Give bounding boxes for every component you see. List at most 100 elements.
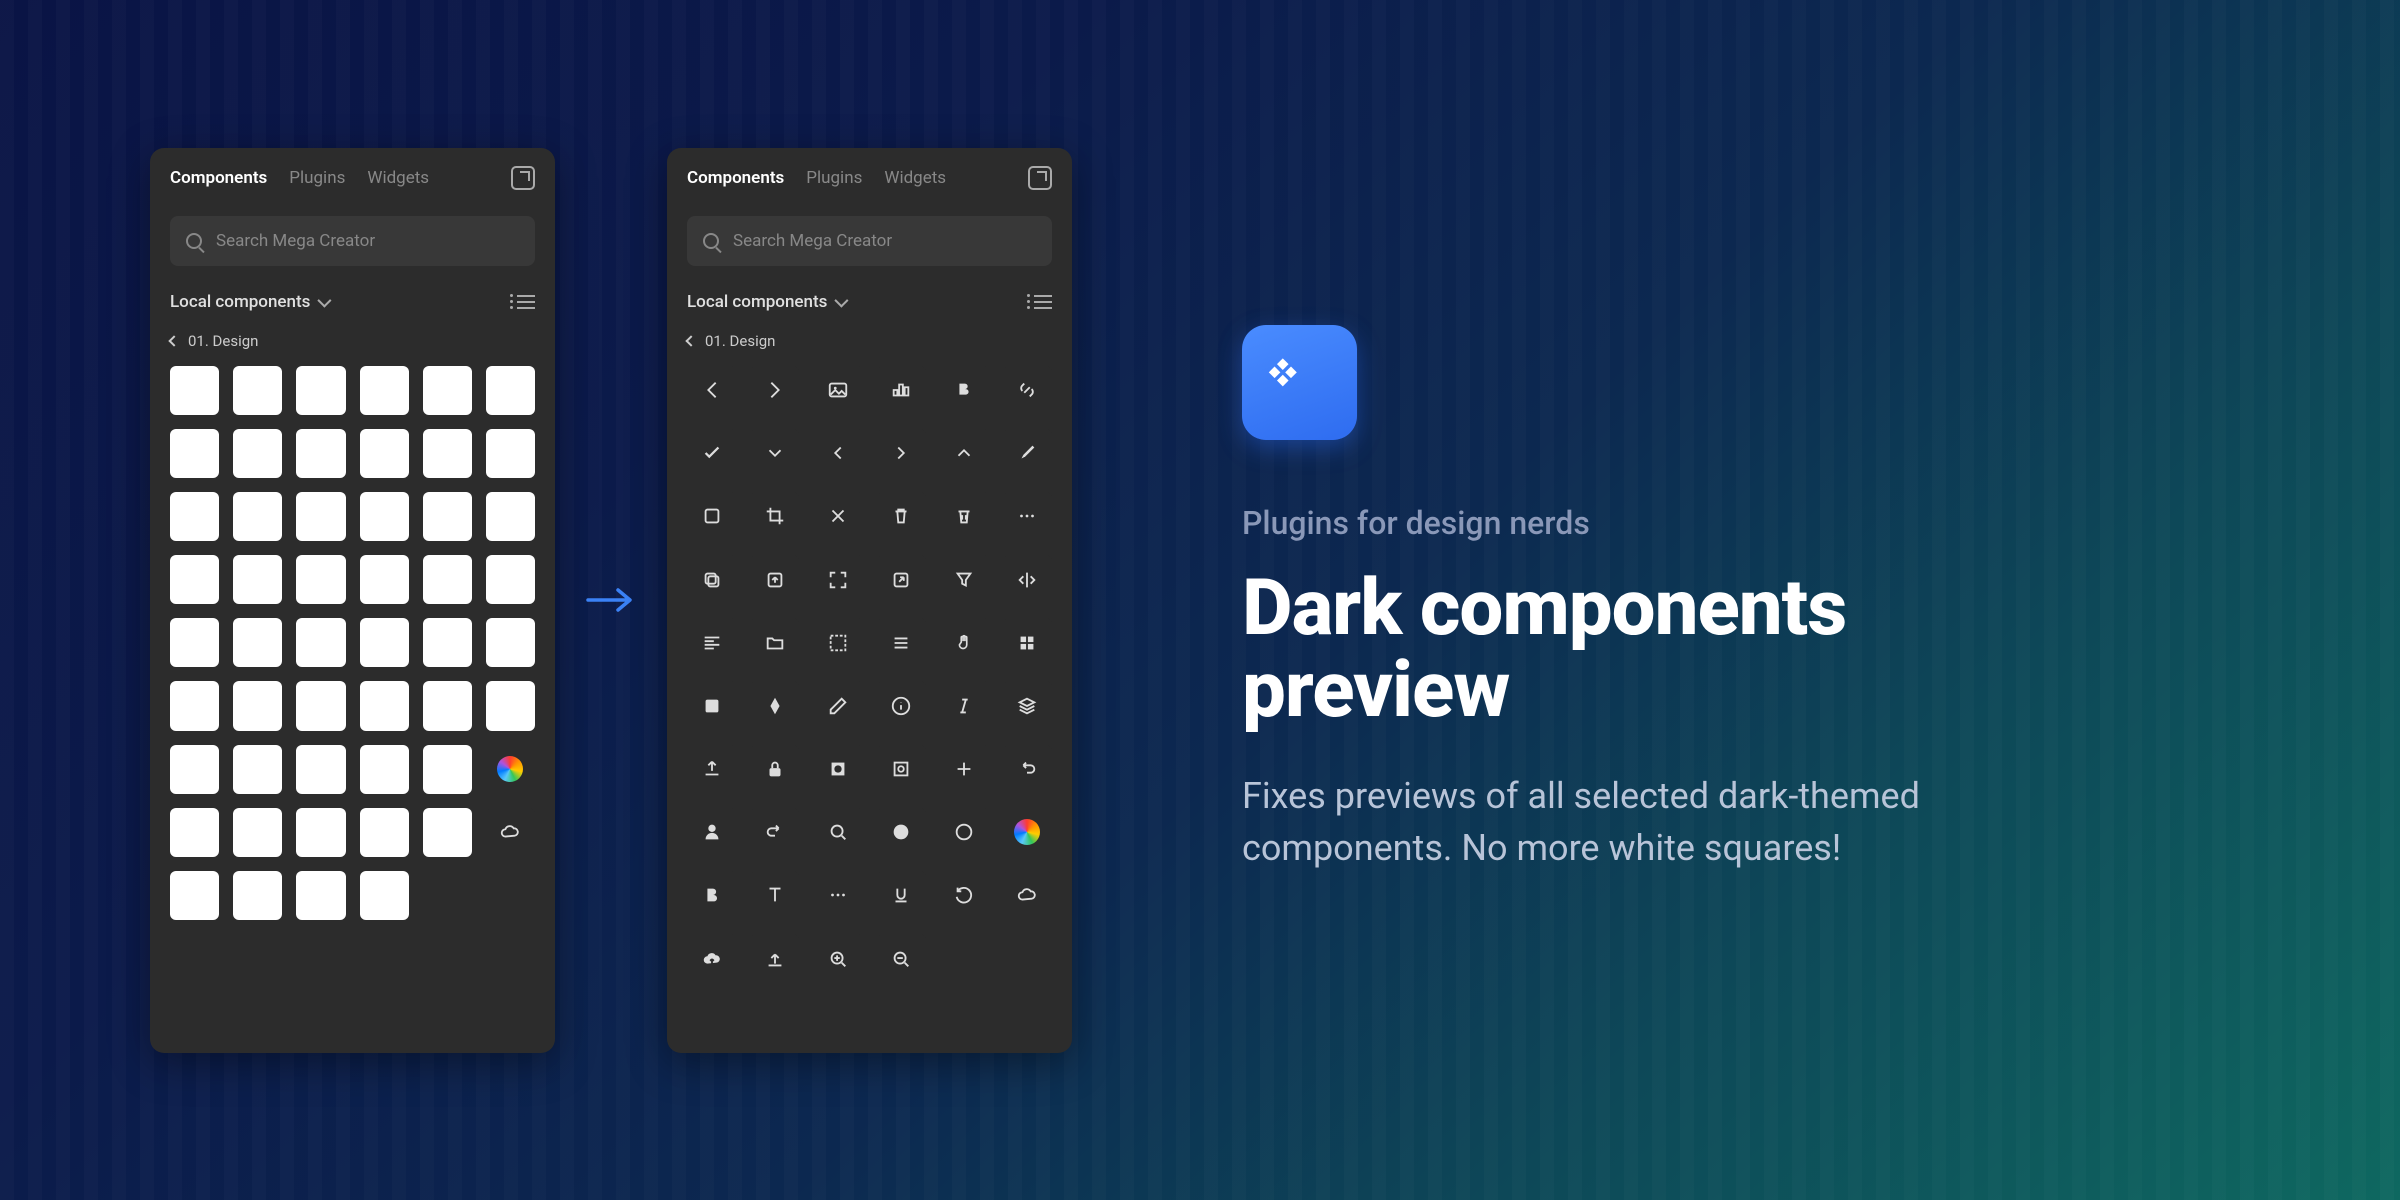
component-thumb[interactable] xyxy=(233,681,282,730)
component-thumb[interactable] xyxy=(423,492,472,541)
component-thumb[interactable] xyxy=(486,366,535,415)
component-thumb-align-left[interactable] xyxy=(687,618,736,667)
component-thumb-layers[interactable] xyxy=(1003,681,1052,730)
component-thumb[interactable] xyxy=(170,808,219,857)
component-thumb-folder[interactable] xyxy=(750,618,799,667)
component-thumb[interactable] xyxy=(170,366,219,415)
component-thumb[interactable] xyxy=(233,745,282,794)
component-thumb[interactable] xyxy=(296,492,345,541)
component-thumb[interactable] xyxy=(296,555,345,604)
component-thumb-external[interactable] xyxy=(877,555,926,604)
component-thumb[interactable] xyxy=(170,492,219,541)
component-thumb-group[interactable] xyxy=(813,618,862,667)
component-thumb-pen[interactable] xyxy=(750,681,799,730)
component-thumb[interactable] xyxy=(233,429,282,478)
component-thumb[interactable] xyxy=(360,871,409,920)
component-thumb-info[interactable] xyxy=(877,681,926,730)
component-thumb-crop[interactable] xyxy=(750,492,799,541)
component-thumb-link[interactable] xyxy=(1003,366,1052,415)
list-view-icon[interactable] xyxy=(517,295,535,309)
tab-components[interactable]: Components xyxy=(170,168,267,188)
component-thumb[interactable] xyxy=(423,366,472,415)
popout-icon[interactable] xyxy=(511,166,535,190)
component-thumb[interactable] xyxy=(296,871,345,920)
component-thumb[interactable] xyxy=(423,618,472,667)
component-thumb[interactable] xyxy=(170,618,219,667)
component-thumb[interactable] xyxy=(170,681,219,730)
tab-plugins[interactable]: Plugins xyxy=(289,168,345,188)
component-thumb-chart[interactable] xyxy=(877,366,926,415)
component-thumb-grid[interactable] xyxy=(1003,618,1052,667)
component-thumb-plus[interactable] xyxy=(940,745,989,794)
component-thumb[interactable] xyxy=(233,618,282,667)
component-thumb-upload[interactable] xyxy=(687,745,736,794)
component-thumb[interactable] xyxy=(233,871,282,920)
component-thumb-close[interactable] xyxy=(813,492,862,541)
component-thumb-undo[interactable] xyxy=(750,808,799,857)
component-thumb-blob[interactable] xyxy=(877,808,926,857)
component-thumb-mask[interactable] xyxy=(813,745,862,794)
component-thumb-search[interactable] xyxy=(813,808,862,857)
component-thumb-chevron-up[interactable] xyxy=(940,429,989,478)
component-thumb-target[interactable] xyxy=(877,745,926,794)
component-thumb-image[interactable] xyxy=(813,366,862,415)
component-thumb-chevron-right[interactable] xyxy=(877,429,926,478)
component-thumb[interactable] xyxy=(486,808,535,857)
tab-widgets[interactable]: Widgets xyxy=(884,168,946,188)
component-thumb[interactable] xyxy=(360,366,409,415)
component-thumb-cloud[interactable] xyxy=(1003,871,1052,920)
component-thumb[interactable] xyxy=(486,618,535,667)
component-thumb[interactable] xyxy=(233,366,282,415)
search-input[interactable]: Search Mega Creator xyxy=(687,216,1052,266)
component-thumb[interactable] xyxy=(360,808,409,857)
component-thumb[interactable] xyxy=(360,681,409,730)
component-thumb[interactable] xyxy=(296,618,345,667)
breadcrumb[interactable]: 01. Design xyxy=(170,332,535,350)
component-thumb[interactable] xyxy=(423,745,472,794)
component-thumb-flip[interactable] xyxy=(1003,555,1052,604)
component-thumb-copy[interactable] xyxy=(687,555,736,604)
component-thumb[interactable] xyxy=(170,555,219,604)
component-thumb-redo[interactable] xyxy=(1003,745,1052,794)
component-thumb[interactable] xyxy=(360,429,409,478)
component-thumb-underline[interactable] xyxy=(877,871,926,920)
component-thumb-text-bold[interactable] xyxy=(687,871,736,920)
component-thumb[interactable] xyxy=(486,492,535,541)
component-thumb-chevron-down[interactable] xyxy=(750,429,799,478)
component-thumb[interactable] xyxy=(296,745,345,794)
component-thumb-shape[interactable] xyxy=(687,681,736,730)
component-thumb-hand[interactable] xyxy=(940,618,989,667)
component-thumb-fullscreen[interactable] xyxy=(813,555,862,604)
component-thumb[interactable] xyxy=(296,808,345,857)
component-thumb[interactable] xyxy=(296,681,345,730)
component-thumb[interactable] xyxy=(233,808,282,857)
component-thumb-circle[interactable] xyxy=(940,808,989,857)
search-input[interactable]: Search Mega Creator xyxy=(170,216,535,266)
component-thumb-lock[interactable] xyxy=(750,745,799,794)
component-thumb[interactable] xyxy=(233,555,282,604)
component-thumb[interactable] xyxy=(423,555,472,604)
component-thumb[interactable] xyxy=(360,492,409,541)
component-thumb[interactable] xyxy=(360,745,409,794)
component-thumb[interactable] xyxy=(170,871,219,920)
component-thumb-chevron-left[interactable] xyxy=(813,429,862,478)
component-thumb[interactable] xyxy=(360,555,409,604)
component-thumb-pencil[interactable] xyxy=(813,681,862,730)
chevron-down-icon[interactable] xyxy=(835,293,849,307)
component-thumb-bold[interactable] xyxy=(940,366,989,415)
component-thumb-zoom-out[interactable] xyxy=(877,934,926,983)
tab-components[interactable]: Components xyxy=(687,168,784,188)
component-thumb-undo-2[interactable] xyxy=(940,871,989,920)
component-thumb[interactable] xyxy=(423,681,472,730)
component-thumb[interactable] xyxy=(170,745,219,794)
component-thumb-upload-2[interactable] xyxy=(750,934,799,983)
component-thumb[interactable] xyxy=(233,492,282,541)
tab-widgets[interactable]: Widgets xyxy=(367,168,429,188)
component-thumb[interactable] xyxy=(486,429,535,478)
component-thumb-arrow-right[interactable] xyxy=(750,366,799,415)
component-thumb-color-wheel[interactable] xyxy=(1003,808,1052,857)
component-thumb-arrow-left[interactable] xyxy=(687,366,736,415)
component-thumb[interactable] xyxy=(360,618,409,667)
section-title[interactable]: Local components xyxy=(170,292,310,312)
component-thumb-more[interactable] xyxy=(1003,492,1052,541)
